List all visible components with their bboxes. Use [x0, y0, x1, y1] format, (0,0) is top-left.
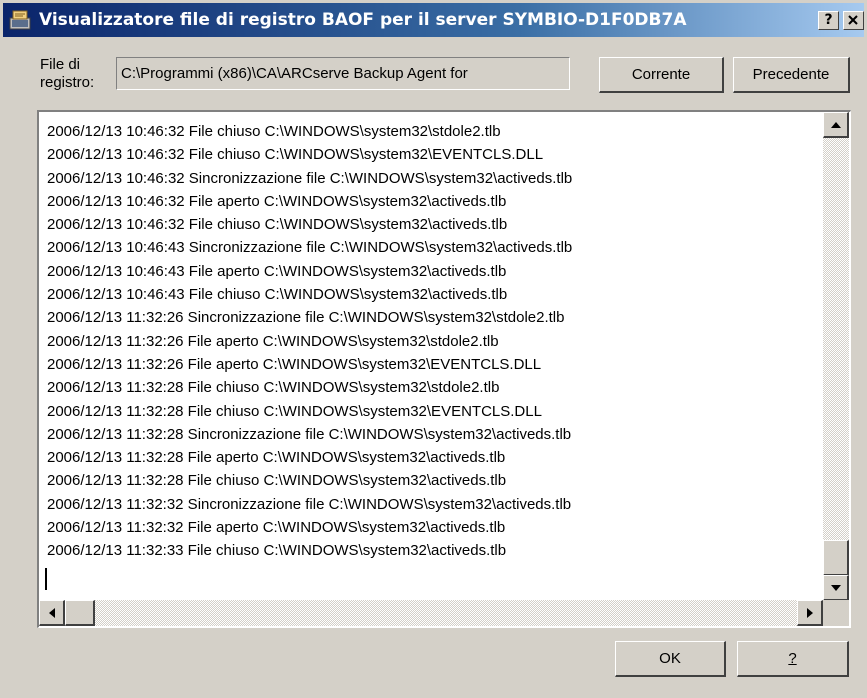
log-list[interactable]: 2006/12/13 10:46:32 File chiuso C:\WINDO… — [37, 110, 851, 628]
scroll-up-button[interactable] — [823, 112, 849, 138]
log-line[interactable]: 2006/12/13 11:32:33 File chiuso C:\WINDO… — [47, 539, 817, 562]
log-line[interactable]: 2006/12/13 11:32:28 File chiuso C:\WINDO… — [47, 469, 817, 492]
log-line[interactable]: 2006/12/13 11:32:28 Sincronizzazione fil… — [47, 423, 817, 446]
previous-button[interactable]: Precedente — [733, 57, 850, 93]
horizontal-scroll-thumb[interactable] — [65, 600, 95, 626]
current-button[interactable]: Corrente — [599, 57, 724, 93]
horizontal-scrollbar[interactable] — [39, 600, 823, 626]
title-bar[interactable]: Visualizzatore file di registro BAOF per… — [3, 3, 864, 37]
log-line[interactable]: 2006/12/13 11:32:26 Sincronizzazione fil… — [47, 306, 817, 329]
arrow-left-icon — [49, 608, 55, 618]
vertical-scroll-thumb[interactable] — [823, 540, 849, 576]
log-line[interactable]: 2006/12/13 11:32:32 Sincronizzazione fil… — [47, 493, 817, 516]
log-line[interactable]: 2006/12/13 10:46:43 File aperto C:\WINDO… — [47, 260, 817, 283]
log-viewer-dialog: Visualizzatore file di registro BAOF per… — [0, 0, 867, 698]
log-line[interactable]: 2006/12/13 11:32:26 File aperto C:\WINDO… — [47, 330, 817, 353]
scroll-down-button[interactable] — [823, 575, 849, 601]
window-title: Visualizzatore file di registro BAOF per… — [39, 10, 687, 30]
file-label-line1: File di — [40, 56, 81, 73]
arrow-right-icon — [807, 608, 813, 618]
text-caret — [45, 568, 47, 590]
close-icon — [848, 15, 858, 25]
log-line[interactable]: 2006/12/13 10:46:32 File chiuso C:\WINDO… — [47, 143, 817, 166]
log-line[interactable]: 2006/12/13 11:32:32 File aperto C:\WINDO… — [47, 516, 817, 539]
log-line[interactable]: 2006/12/13 10:46:32 Sincronizzazione fil… — [47, 167, 817, 190]
log-line[interactable]: 2006/12/13 10:46:43 File chiuso C:\WINDO… — [47, 283, 817, 306]
help-title-button[interactable]: ? — [818, 11, 839, 30]
log-line[interactable]: 2006/12/13 11:32:26 File aperto C:\WINDO… — [47, 353, 817, 376]
help-button[interactable]: ? — [737, 641, 849, 677]
log-file-path-field[interactable]: C:\Programmi (x86)\CA\ARCserve Backup Ag… — [116, 57, 570, 90]
file-label-line2: registro: — [40, 74, 95, 91]
scrollbar-corner — [823, 600, 849, 626]
arrow-down-icon — [831, 585, 841, 591]
arrow-up-icon — [831, 122, 841, 128]
log-line[interactable]: 2006/12/13 11:32:28 File aperto C:\WINDO… — [47, 446, 817, 469]
log-line[interactable]: 2006/12/13 11:32:28 File chiuso C:\WINDO… — [47, 400, 817, 423]
log-line[interactable]: 2006/12/13 10:46:32 File aperto C:\WINDO… — [47, 190, 817, 213]
log-viewer-icon — [9, 10, 31, 30]
file-label: File di registro: — [40, 56, 112, 92]
log-line[interactable]: 2006/12/13 10:46:32 File chiuso C:\WINDO… — [47, 213, 817, 236]
log-line[interactable]: 2006/12/13 11:32:28 File chiuso C:\WINDO… — [47, 376, 817, 399]
scroll-left-button[interactable] — [39, 600, 65, 626]
log-line[interactable]: 2006/12/13 10:46:32 File chiuso C:\WINDO… — [47, 120, 817, 143]
log-line[interactable]: 2006/12/13 10:46:43 Sincronizzazione fil… — [47, 236, 817, 259]
vertical-scrollbar[interactable] — [823, 112, 849, 601]
scroll-right-button[interactable] — [797, 600, 823, 626]
log-lines: 2006/12/13 10:46:32 File chiuso C:\WINDO… — [47, 120, 817, 563]
close-button[interactable] — [843, 11, 864, 30]
ok-button[interactable]: OK — [615, 641, 726, 677]
